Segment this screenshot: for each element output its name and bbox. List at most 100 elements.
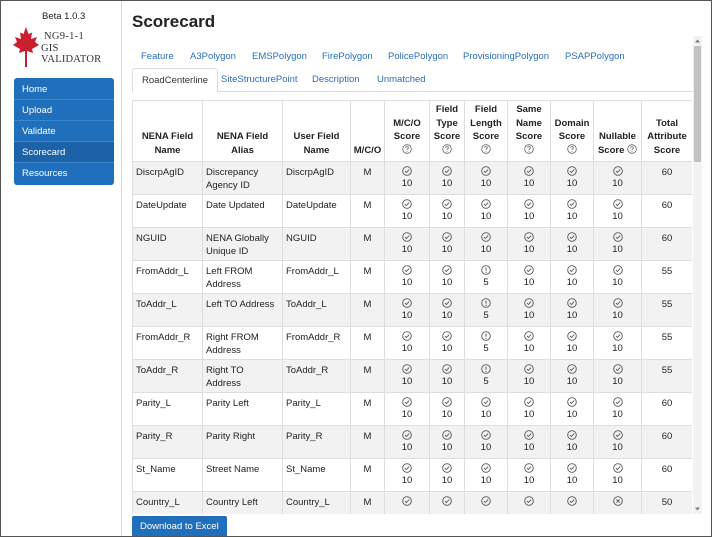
tab-sitestructurepoint[interactable]: SiteStructurePoint	[212, 68, 307, 92]
check-circle-icon	[481, 496, 491, 506]
cell-score	[550, 491, 594, 514]
score-value: 10	[523, 409, 535, 420]
exclamation-circle-icon	[481, 364, 491, 374]
tab-provisioningpolygon[interactable]: ProvisioningPolygon	[454, 45, 558, 69]
cell-score: 10	[507, 392, 551, 426]
cell-mco: M	[350, 458, 385, 492]
cell-score: 5	[464, 293, 508, 327]
cell-score: 10	[464, 425, 508, 459]
check-circle-icon	[402, 199, 412, 209]
cell-mco: M	[350, 227, 385, 261]
check-circle-icon	[402, 430, 412, 440]
maple-leaf-icon	[13, 27, 39, 67]
table-row: ToAddr_L Left TO Address ToAddr_L M 10 10 5 10 1…	[132, 293, 692, 327]
score-value: 10	[566, 442, 578, 453]
check-circle-icon	[524, 331, 534, 341]
score-value: 10	[566, 178, 578, 189]
tab-description[interactable]: Description	[303, 68, 369, 92]
col-total-score[interactable]: Total Attribute Score	[641, 100, 692, 162]
cell-user-field-name: DiscrpAgID	[282, 161, 351, 195]
help-icon[interactable]	[481, 143, 491, 154]
cell-score: 5	[464, 359, 508, 393]
scroll-down-arrow-icon[interactable]	[693, 504, 702, 514]
cell-score: 10	[507, 293, 551, 327]
scrollbar-thumb[interactable]	[694, 46, 701, 162]
score-value: 10	[441, 442, 453, 453]
score-value: 10	[480, 442, 492, 453]
tab-unmatched[interactable]: Unmatched	[368, 68, 435, 92]
exclamation-circle-icon	[481, 265, 491, 275]
cell-total-score: 60	[641, 161, 692, 195]
scroll-up-arrow-icon[interactable]	[693, 36, 702, 46]
col-same-name-score[interactable]: Same Name Score	[507, 100, 551, 162]
col-field-type-score[interactable]: Field Type Score	[429, 100, 465, 162]
score-value: 10	[566, 475, 578, 486]
check-circle-icon	[524, 232, 534, 242]
table-row: ToAddr_R Right TO Address ToAddr_R M 10 10 5 10…	[132, 359, 692, 393]
cell-score: 10	[593, 458, 642, 492]
score-value: 10	[480, 178, 492, 189]
col-mco[interactable]: M/C/O	[350, 100, 385, 162]
help-icon[interactable]	[402, 143, 412, 154]
table-row: DiscrpAgID Discrepancy Agency ID DiscrpAgI…	[132, 161, 692, 195]
cell-score: 10	[593, 260, 642, 294]
tab-policepolygon[interactable]: PolicePolygon	[379, 45, 457, 69]
col-nullable-score[interactable]: Nullable Score	[593, 100, 642, 162]
check-circle-icon	[612, 364, 623, 374]
col-user-field-name[interactable]: User Field Name	[282, 100, 351, 162]
score-value: 10	[401, 409, 413, 420]
cell-score: 10	[429, 359, 465, 393]
vertical-scrollbar[interactable]	[693, 36, 702, 514]
check-circle-icon	[567, 298, 577, 308]
tab-feature[interactable]: Feature	[132, 45, 183, 69]
score-value: 10	[401, 376, 413, 387]
col-mco-score[interactable]: M/C/O Score	[384, 100, 430, 162]
sidebar-item-home[interactable]: Home	[14, 79, 114, 100]
cell-total-score: 55	[641, 293, 692, 327]
exclamation-circle-icon	[481, 331, 491, 341]
table-row: St_Name Street Name St_Name M 10 10 10 10 10 10 60	[132, 458, 692, 492]
cell-mco: M	[350, 392, 385, 426]
table-row: Parity_R Parity Right Parity_R M 10 10 10 10 10 1…	[132, 425, 692, 459]
check-circle-icon	[612, 232, 623, 242]
tab-roadcenterline[interactable]: RoadCenterline	[132, 68, 219, 93]
scorecard-table: NENA Field Name NENA Field Alias User Fi…	[132, 100, 692, 514]
sidebar-item-resources[interactable]: Resources	[14, 163, 114, 184]
sidebar-item-validate[interactable]: Validate	[14, 121, 114, 142]
check-circle-icon	[442, 331, 452, 341]
check-circle-icon	[567, 397, 577, 407]
scorecard-table-container[interactable]: NENA Field Name NENA Field Alias User Fi…	[132, 100, 692, 514]
logo: NG9-1-1 GIS VALIDATOR	[12, 26, 118, 70]
help-icon[interactable]	[567, 143, 577, 154]
col-field-length-score[interactable]: Field Length Score	[464, 100, 508, 162]
tab-psappolygon[interactable]: PSAPPolygon	[556, 45, 634, 69]
tab-a3polygon[interactable]: A3Polygon	[181, 45, 245, 69]
score-value: 10	[566, 310, 578, 321]
sidebar-item-scorecard[interactable]: Scorecard	[14, 142, 114, 163]
table-row: Parity_L Parity Left Parity_L M 10 10 10 10 10 10…	[132, 392, 692, 426]
check-circle-icon	[442, 199, 452, 209]
check-circle-icon	[442, 166, 452, 176]
cell-nena-field-name: DiscrpAgID	[132, 161, 203, 195]
score-value: 10	[523, 310, 535, 321]
col-domain-score[interactable]: Domain Score	[550, 100, 594, 162]
col-nena-field-alias[interactable]: NENA Field Alias	[202, 100, 283, 162]
score-value: 10	[480, 475, 492, 486]
exclamation-circle-icon	[481, 298, 491, 308]
check-circle-icon	[402, 298, 412, 308]
score-value: 10	[401, 178, 413, 189]
col-nena-field-name[interactable]: NENA Field Name	[132, 100, 203, 162]
cell-score: 10	[550, 326, 594, 360]
tab-emspolygon[interactable]: EMSPolygon	[243, 45, 316, 69]
help-icon[interactable]	[627, 143, 637, 154]
help-icon[interactable]	[442, 143, 452, 154]
cell-score: 10	[429, 260, 465, 294]
help-icon[interactable]	[524, 143, 534, 154]
tab-firepolygon[interactable]: FirePolygon	[313, 45, 382, 69]
sidebar-item-upload[interactable]: Upload	[14, 100, 114, 121]
download-excel-button[interactable]: Download to Excel	[132, 516, 227, 536]
check-circle-icon	[612, 298, 623, 308]
cell-user-field-name: ToAddr_R	[282, 359, 351, 393]
cell-total-score: 50	[641, 491, 692, 514]
cell-nena-field-alias: Parity Right	[202, 425, 283, 459]
